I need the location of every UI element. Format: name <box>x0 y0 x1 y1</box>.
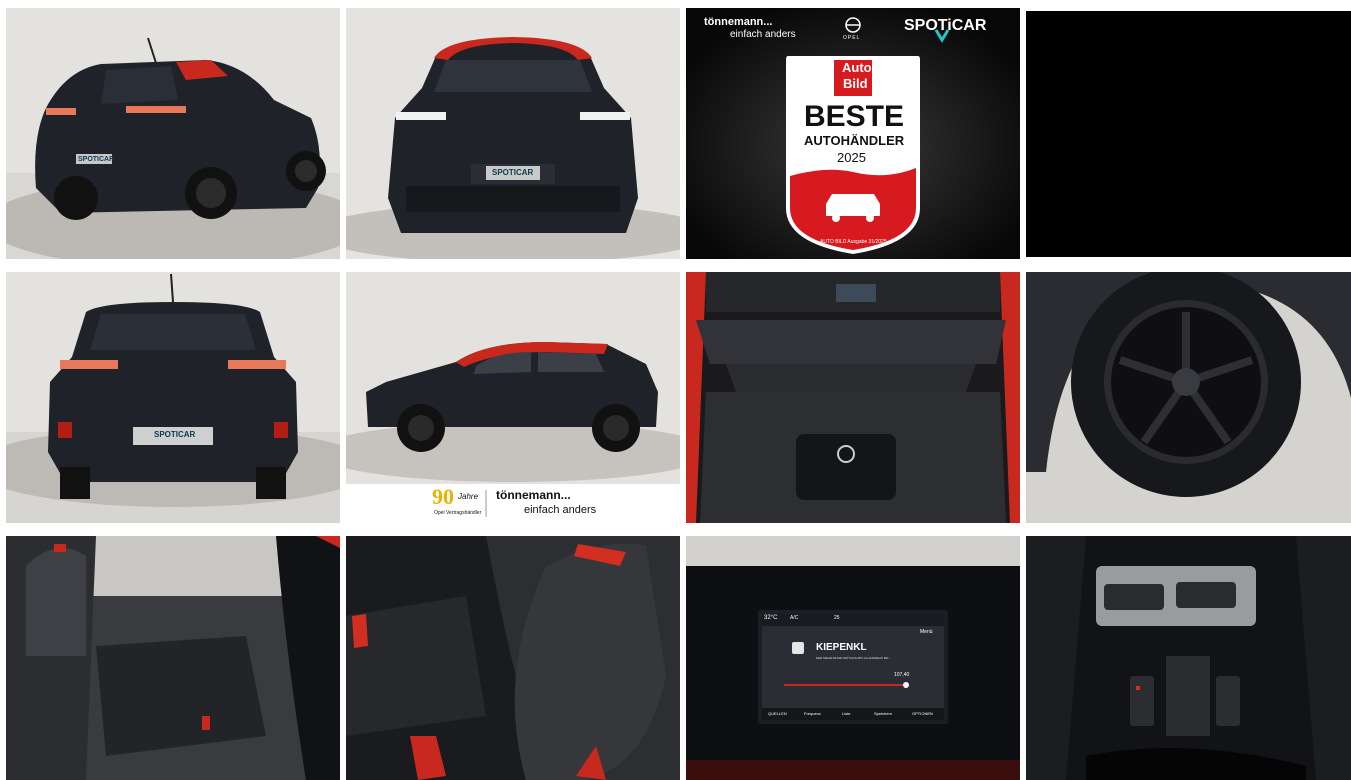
image-gallery: SPOTICAR SPOTICAR tönnemann... einfach a… <box>6 8 1351 780</box>
gallery-image-side[interactable]: 90 Jahre Opel Vertragshändler tönnemann.… <box>346 272 680 523</box>
wheel-photo <box>1026 272 1351 523</box>
gallery-image-blank[interactable] <box>1026 11 1351 257</box>
gallery-image-rear-three-quarter[interactable]: SPOTICAR <box>6 8 340 259</box>
radio-tab-2: Frequenz <box>804 711 821 716</box>
car-rear-photo <box>6 272 340 523</box>
spoticar-logo: SPOTiCAR <box>904 17 987 34</box>
front-seat-photo <box>346 536 680 780</box>
gallery-image-trunk[interactable] <box>686 272 1020 523</box>
anniversary-years: 90 <box>432 484 454 509</box>
gallery-image-infotainment[interactable]: 32°C A/C 25 KIEPENKL DER MEHR-MUSIK-MITT… <box>686 536 1020 780</box>
brand-name: OPEL <box>843 35 861 41</box>
climate-fan: 25 <box>834 615 840 621</box>
banner-dealer-slogan: einfach anders <box>524 504 597 516</box>
climate-temperature: 32°C <box>764 615 778 621</box>
radio-tab-4: Speichern <box>874 711 893 716</box>
radio-station: KIEPENKL <box>816 642 867 653</box>
rear-seats-photo <box>6 536 340 780</box>
radio-tab-3: Liste <box>842 711 851 716</box>
banner-partner: Opel Vertragshändler <box>434 510 482 516</box>
car-side-photo <box>346 272 680 523</box>
gallery-image-center-console[interactable] <box>1026 536 1351 780</box>
trunk-photo <box>686 272 1020 523</box>
award-source: AUTO BILD Ausgabe 31/2025 <box>820 239 887 245</box>
award-year: 2025 <box>837 150 866 165</box>
dealer-name: tönnemann... <box>704 16 773 28</box>
menu-button: Menü <box>920 629 933 635</box>
license-plate-text: SPOTICAR <box>78 156 115 163</box>
banner-dealer-name: tönnemann... <box>496 488 571 502</box>
radio-tab-5: OPTIONEN <box>912 711 933 716</box>
car-rear-three-quarter-photo <box>6 8 340 259</box>
magazine-logo-line2: Bild <box>843 76 868 91</box>
gallery-image-wheel[interactable] <box>1026 272 1351 523</box>
gallery-image-front[interactable]: SPOTICAR <box>346 8 680 259</box>
climate-ac: A/C <box>790 615 799 621</box>
center-console-photo <box>1026 536 1351 780</box>
award-title: BESTE <box>804 100 905 133</box>
radio-frequency: 107,40 <box>894 672 910 678</box>
radio-tab-1: QUELLEN <box>768 711 787 716</box>
license-plate-text: SPOTICAR <box>154 430 196 439</box>
license-plate-text: SPOTICAR <box>492 168 534 177</box>
anniversary-years-word: Jahre <box>458 492 479 501</box>
radio-station-info: DER MEHR-MUSIK-MITTAGS-MIX mit ANDREAS M… <box>816 656 891 660</box>
car-front-photo <box>346 8 680 259</box>
dealer-slogan: einfach anders <box>730 29 796 40</box>
gallery-image-award[interactable]: tönnemann... einfach anders OPEL SPOTiCA… <box>686 8 1020 259</box>
award-subtitle: AUTOHÄNDLER <box>804 133 905 148</box>
gallery-image-rear-seats[interactable] <box>6 536 340 780</box>
gallery-image-rear[interactable]: SPOTICAR <box>6 272 340 523</box>
magazine-logo-line1: Auto <box>842 60 872 75</box>
gallery-image-front-seat[interactable] <box>346 536 680 780</box>
